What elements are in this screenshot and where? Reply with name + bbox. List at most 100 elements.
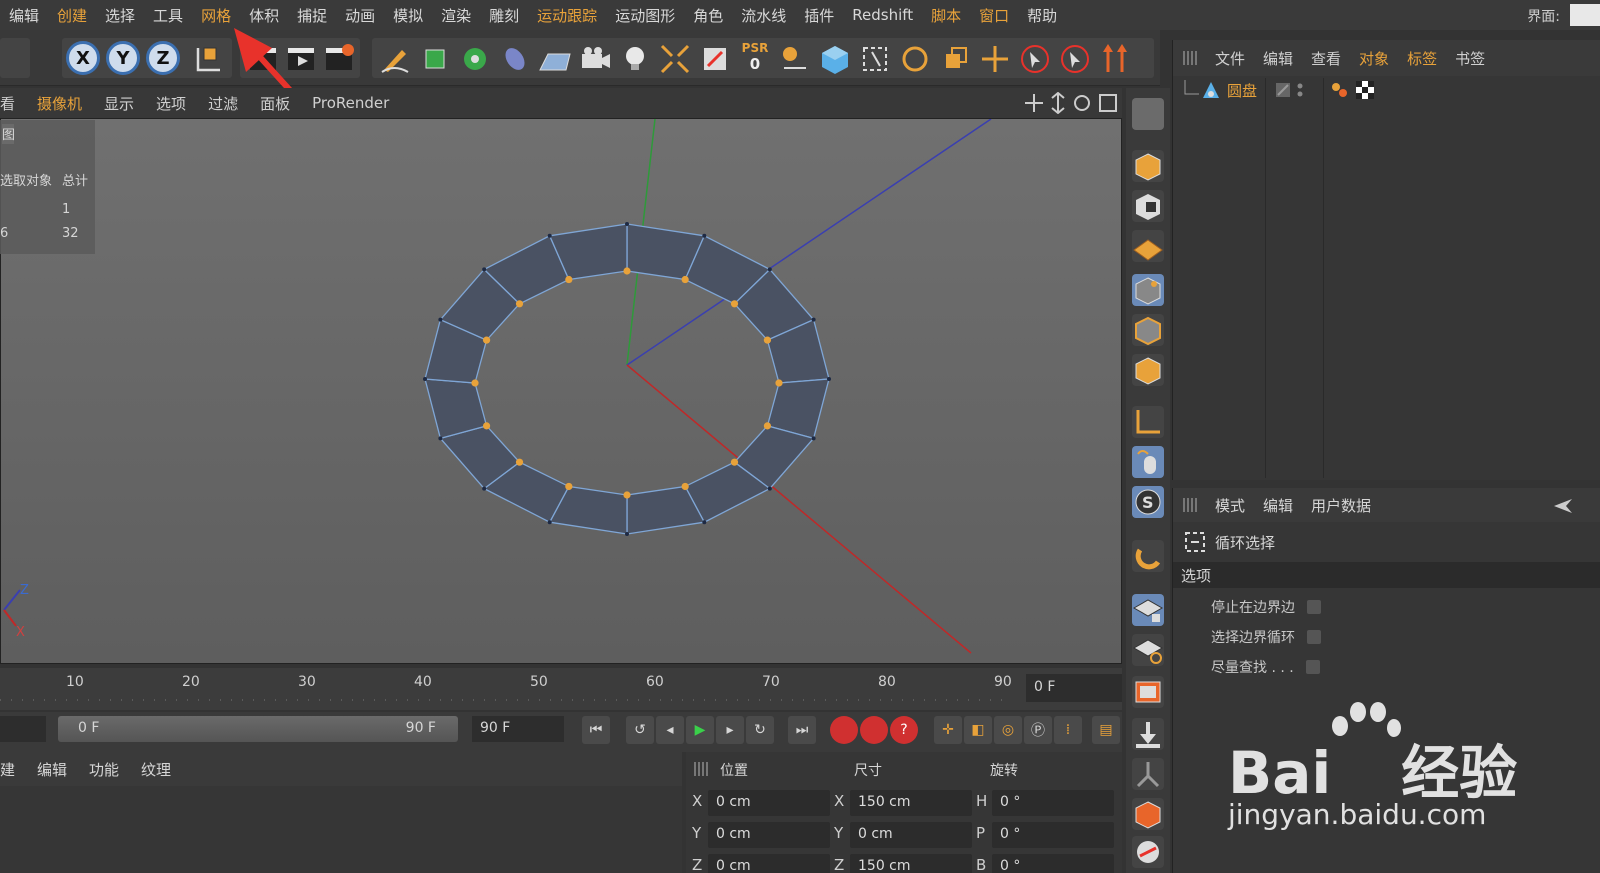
y-axis-lock-button[interactable]: Y bbox=[106, 41, 140, 75]
rotation-b-field[interactable]: 0 ° bbox=[992, 854, 1114, 873]
mesh-point[interactable] bbox=[482, 486, 487, 491]
menu-script[interactable]: 脚本 bbox=[922, 5, 970, 26]
psr-reset-button[interactable]: PSR 0 bbox=[738, 40, 772, 76]
keyframe-selection-button[interactable]: ? bbox=[890, 716, 918, 744]
key-rotation-button[interactable]: ◎ bbox=[994, 716, 1022, 744]
current-frame-field[interactable]: 0 F bbox=[1026, 674, 1122, 702]
mesh-point[interactable] bbox=[423, 377, 427, 381]
timeline-window-button[interactable]: ▤ bbox=[1092, 716, 1120, 744]
joint-icon[interactable] bbox=[1132, 758, 1164, 790]
x-axis-lock-button[interactable]: X bbox=[66, 41, 100, 75]
record-keys-button[interactable] bbox=[830, 716, 858, 744]
selected-point[interactable] bbox=[775, 379, 783, 387]
menu-window[interactable]: 窗口 bbox=[970, 5, 1018, 26]
lock-workplane-icon[interactable] bbox=[1132, 594, 1164, 626]
rotation-h-field[interactable]: 0 ° bbox=[992, 790, 1114, 816]
visibility-dots-icon[interactable] bbox=[1295, 82, 1305, 98]
polygons-mode-icon[interactable] bbox=[1132, 354, 1164, 386]
disc-mesh[interactable] bbox=[423, 222, 831, 536]
selected-point[interactable] bbox=[471, 379, 479, 387]
om-menu-file[interactable]: 文件 bbox=[1215, 48, 1245, 69]
position-z-field[interactable]: 0 cm bbox=[708, 854, 830, 873]
mat-menu-function[interactable]: 功能 bbox=[89, 759, 119, 780]
deformer-icon[interactable] bbox=[498, 42, 532, 76]
move-icon[interactable] bbox=[978, 42, 1012, 76]
mesh-point[interactable] bbox=[625, 532, 629, 536]
menu-mograph[interactable]: 运动图形 bbox=[606, 5, 684, 26]
am-menu-userdata[interactable]: 用户数据 bbox=[1311, 495, 1371, 516]
menu-character[interactable]: 角色 bbox=[684, 5, 732, 26]
selected-point[interactable] bbox=[763, 422, 772, 430]
mesh-point[interactable] bbox=[827, 377, 831, 381]
selected-point[interactable] bbox=[482, 336, 491, 344]
mat-menu-edit[interactable]: 编辑 bbox=[37, 759, 67, 780]
size-y-field[interactable]: 0 cm bbox=[850, 822, 972, 848]
selected-point[interactable] bbox=[482, 422, 491, 430]
axis-xyz-icon[interactable] bbox=[778, 42, 812, 76]
select-boundary-loop-checkbox[interactable] bbox=[1307, 630, 1321, 644]
viewport-solo-icon[interactable] bbox=[1132, 98, 1164, 130]
menu-sculpt[interactable]: 雕刻 bbox=[480, 5, 528, 26]
scale-vectors-icon[interactable] bbox=[658, 42, 692, 76]
3d-viewport[interactable] bbox=[0, 118, 1122, 664]
goto-start-button[interactable]: ⏮ bbox=[582, 716, 610, 744]
checker-tag-icon[interactable] bbox=[1355, 80, 1375, 100]
light-icon[interactable] bbox=[618, 42, 652, 76]
size-z-field[interactable]: 150 cm bbox=[850, 854, 972, 873]
viewport-menu-options[interactable]: 选项 bbox=[156, 93, 186, 114]
end-frame-field[interactable]: 90 F bbox=[472, 716, 564, 742]
selected-point[interactable] bbox=[681, 275, 689, 284]
layout-select[interactable] bbox=[1570, 4, 1600, 26]
mesh-point[interactable] bbox=[702, 233, 707, 238]
step-forward-button[interactable]: ▸ bbox=[716, 716, 744, 744]
cloner-icon[interactable] bbox=[458, 42, 492, 76]
mesh-point[interactable] bbox=[438, 436, 443, 441]
panel-grip-icon[interactable] bbox=[694, 762, 708, 776]
sculpt-icon[interactable] bbox=[1132, 836, 1164, 868]
selected-point[interactable] bbox=[681, 482, 689, 491]
key-position-button[interactable]: ✛ bbox=[934, 716, 962, 744]
enable-axis-icon[interactable] bbox=[1132, 406, 1164, 438]
am-menu-edit[interactable]: 编辑 bbox=[1263, 495, 1293, 516]
render-region-icon[interactable] bbox=[1132, 676, 1164, 708]
om-menu-tags[interactable]: 标签 bbox=[1407, 48, 1437, 69]
undo-button[interactable] bbox=[0, 38, 30, 78]
panel-grip-icon[interactable] bbox=[1183, 51, 1197, 65]
key-pla-button[interactable]: ⁞ bbox=[1054, 716, 1082, 744]
key-parameter-button[interactable]: Ⓟ bbox=[1024, 716, 1052, 744]
viewport-menu-display[interactable]: 显示 bbox=[104, 93, 134, 114]
viewport-menu-filter[interactable]: 过滤 bbox=[208, 93, 238, 114]
menu-create[interactable]: 创建 bbox=[48, 5, 96, 26]
model-mode-icon[interactable] bbox=[1132, 150, 1164, 182]
selected-point[interactable] bbox=[565, 275, 573, 284]
rotate-icon[interactable] bbox=[898, 42, 932, 76]
selected-point[interactable] bbox=[565, 482, 573, 491]
editable-state-icon[interactable] bbox=[1275, 82, 1291, 98]
mat-menu-create[interactable]: 建 bbox=[0, 759, 15, 780]
bake-icon[interactable] bbox=[1132, 798, 1164, 830]
viewport-menu-view[interactable]: 看 bbox=[0, 93, 15, 114]
menu-pipeline[interactable]: 流水线 bbox=[732, 5, 795, 26]
selected-point[interactable] bbox=[623, 491, 631, 499]
goto-next-key-button[interactable]: ↻ bbox=[746, 716, 774, 744]
timeline-ruler[interactable]: 10 20 30 40 50 60 70 80 90 bbox=[0, 668, 1122, 710]
viewport-nav-icons[interactable] bbox=[1024, 92, 1120, 114]
workplane-icon[interactable] bbox=[1132, 230, 1164, 262]
viewport-menu-panel[interactable]: 面板 bbox=[260, 93, 290, 114]
edges-mode-icon[interactable] bbox=[1132, 314, 1164, 346]
selected-point[interactable] bbox=[730, 458, 739, 466]
selected-point[interactable] bbox=[730, 300, 739, 308]
floor-icon[interactable] bbox=[538, 42, 572, 76]
mesh-point[interactable] bbox=[625, 222, 629, 226]
mesh-point[interactable] bbox=[811, 317, 816, 322]
stop-at-boundary-checkbox[interactable] bbox=[1307, 600, 1321, 614]
mesh-point[interactable] bbox=[547, 520, 552, 525]
menu-render[interactable]: 渲染 bbox=[432, 5, 480, 26]
om-menu-objects[interactable]: 对象 bbox=[1359, 48, 1389, 69]
goto-prev-key-button[interactable]: ↺ bbox=[626, 716, 654, 744]
mesh-point[interactable] bbox=[438, 317, 443, 322]
key-scale-button[interactable]: ◧ bbox=[964, 716, 992, 744]
autokey-button[interactable] bbox=[860, 716, 888, 744]
selected-point[interactable] bbox=[623, 267, 631, 275]
greedy-search-checkbox[interactable] bbox=[1305, 660, 1320, 674]
